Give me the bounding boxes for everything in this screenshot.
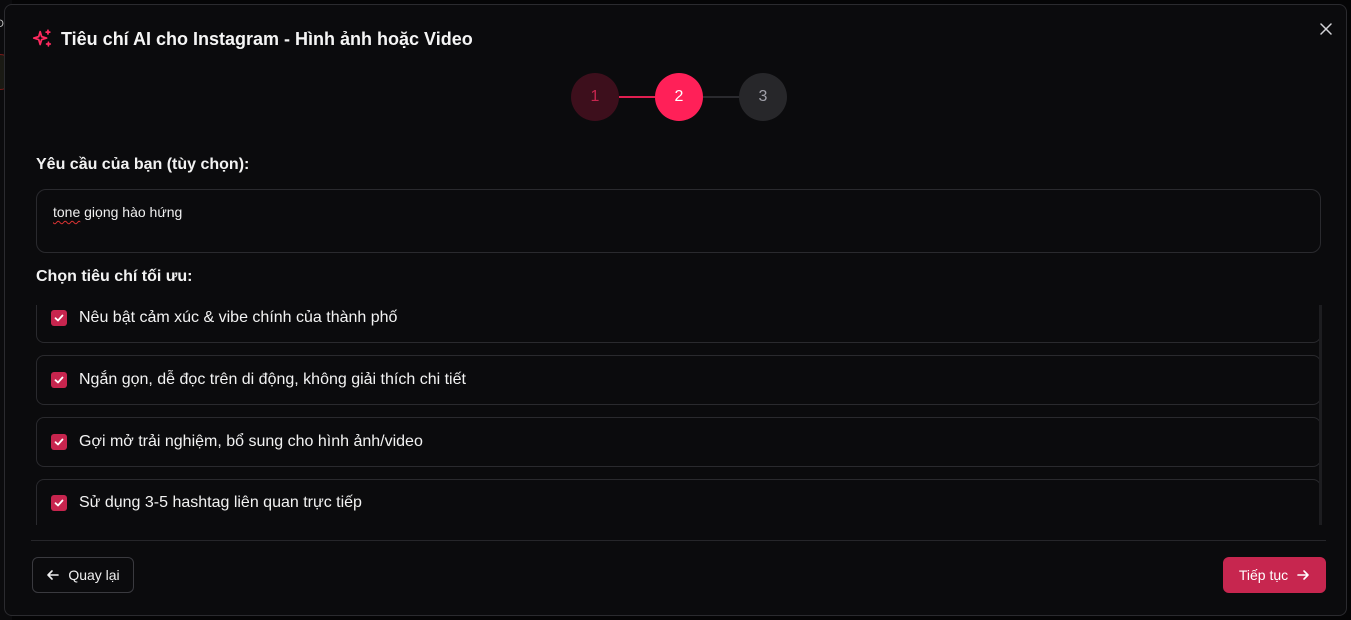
modal-header: Tiêu chí AI cho Instagram - Hình ảnh hoặ…	[31, 27, 473, 51]
request-label: Yêu cầu của bạn (tùy chọn):	[36, 156, 250, 173]
check-icon	[54, 438, 64, 446]
step-connector-upcoming	[703, 96, 739, 98]
criteria-item[interactable]: Sử dụng 3-5 hashtag liên quan trực tiếp	[36, 479, 1321, 525]
criteria-item[interactable]: Nêu bật cảm xúc & vibe chính của thành p…	[36, 305, 1321, 343]
step-2-active: 2	[655, 73, 703, 121]
criteria-label: Chọn tiêu chí tối ưu:	[36, 268, 193, 285]
checkbox-checked[interactable]	[51, 372, 67, 388]
criteria-item-label: Nêu bật cảm xúc & vibe chính của thành p…	[79, 309, 398, 326]
close-icon[interactable]	[1320, 23, 1332, 35]
step-connector-completed	[619, 96, 655, 98]
criteria-scrollbar[interactable]	[1319, 305, 1322, 525]
arrow-left-icon	[47, 570, 60, 580]
ai-criteria-modal: Tiêu chí AI cho Instagram - Hình ảnh hoặ…	[4, 4, 1347, 616]
checkbox-checked[interactable]	[51, 310, 67, 326]
close-button[interactable]	[1316, 19, 1336, 39]
checkbox-checked[interactable]	[51, 495, 67, 511]
next-button[interactable]: Tiếp tục	[1223, 557, 1326, 593]
arrow-right-icon	[1297, 570, 1309, 580]
modal-title: Tiêu chí AI cho Instagram - Hình ảnh hoặ…	[61, 28, 473, 49]
criteria-item-label: Ngắn gọn, dễ đọc trên di động, không giả…	[79, 371, 466, 388]
back-button[interactable]: Quay lại	[32, 557, 134, 593]
request-textarea[interactable]: tone giọng hào hứng	[36, 189, 1321, 253]
spellcheck-word: tone	[53, 204, 81, 220]
criteria-item-label: Gợi mở trải nghiệm, bổ sung cho hình ảnh…	[79, 433, 423, 450]
criteria-item[interactable]: Gợi mở trải nghiệm, bổ sung cho hình ảnh…	[36, 417, 1321, 467]
criteria-item[interactable]: Ngắn gọn, dễ đọc trên di động, không giả…	[36, 355, 1321, 405]
check-icon	[54, 376, 64, 384]
sparkles-icon	[31, 28, 53, 50]
criteria-list[interactable]: Nêu bật cảm xúc & vibe chính của thành p…	[36, 305, 1323, 525]
check-icon	[54, 499, 64, 507]
checkbox-checked[interactable]	[51, 434, 67, 450]
back-button-label: Quay lại	[68, 567, 120, 583]
check-icon	[54, 314, 64, 322]
footer-divider	[31, 540, 1326, 541]
request-text: giọng hào hứng	[80, 204, 183, 220]
criteria-item-label: Sử dụng 3-5 hashtag liên quan trực tiếp	[79, 494, 362, 511]
step-1: 1	[571, 73, 619, 121]
step-3: 3	[739, 73, 787, 121]
next-button-label: Tiếp tục	[1238, 567, 1289, 583]
stepper: 1 2 3	[571, 73, 789, 121]
